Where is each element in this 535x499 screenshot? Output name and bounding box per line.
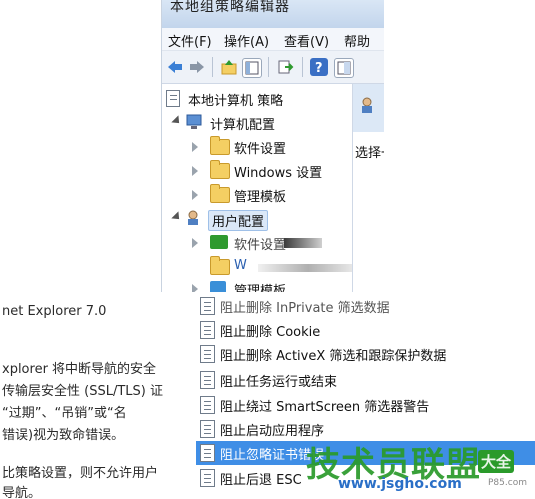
show-hide-tree-button[interactable]: [242, 58, 262, 78]
menu-action[interactable]: 操作(A): [224, 31, 269, 50]
watermark-url: www.jsgho.com: [338, 476, 462, 492]
explanation-line: 导航。: [2, 486, 42, 499]
obscured-region: [284, 238, 322, 248]
green-folder-icon: [210, 235, 228, 249]
policy-setting-icon: [200, 420, 215, 438]
back-button[interactable]: [166, 58, 184, 76]
obscured-region: [258, 264, 358, 272]
properties-button[interactable]: [334, 58, 354, 78]
menu-bar: 文件(F) 操作(A) 查看(V) 帮助: [162, 28, 384, 51]
menu-view[interactable]: 查看(V): [284, 31, 329, 50]
policy-setting-icon: [200, 444, 215, 462]
help-icon: ?: [315, 61, 323, 76]
tree-item-user-config[interactable]: 用户配置: [171, 208, 342, 231]
list-item-label: 阻止绕过 SmartScreen 筛选器警告: [220, 400, 430, 415]
list-item[interactable]: 阻止删除 InPrivate 筛选数据: [196, 296, 535, 318]
expand-arrow-icon[interactable]: [171, 115, 183, 127]
list-item-label: 阻止任务运行或结束: [220, 375, 338, 390]
toolbar-separator: [268, 57, 269, 77]
folder-icon: [210, 256, 230, 275]
explanation-line: “过期”、“吊销”或“名: [2, 406, 127, 421]
screenshot-composite: 本地组策略编辑器 文件(F) 操作(A) 查看(V) 帮助 ? 本地计算机 策略…: [0, 0, 535, 499]
collapsed-arrow-icon[interactable]: [192, 166, 198, 176]
details-hint-text: 选择一: [355, 146, 384, 161]
policy-setting-icon: [200, 321, 215, 339]
explanation-line: 错误)视为致命错误。: [2, 428, 125, 443]
collapsed-arrow-icon[interactable]: [192, 142, 198, 152]
tree-item-computer-config[interactable]: 计算机配置: [171, 112, 342, 134]
folder-icon: [210, 160, 230, 179]
policy-setting-icon: [200, 371, 215, 389]
toolbar-separator: [212, 57, 213, 77]
tree-label-selected: 用户配置: [208, 210, 269, 231]
tree-item-user-windows-settings[interactable]: W: [192, 256, 358, 278]
blue-folder-icon: [210, 281, 226, 292]
toolbar: ?: [162, 51, 384, 84]
export-icon: [278, 60, 294, 74]
list-item-label: 阻止删除 Cookie: [220, 325, 321, 340]
policy-setting-icon: [200, 469, 215, 487]
console-tree: 本地计算机 策略 计算机配置 软件设置 Windows 设置 管理模板 用户配置…: [162, 84, 358, 292]
list-item-label: 阻止删除 InPrivate 筛选数据: [220, 301, 390, 316]
folder-up-icon: [221, 60, 237, 75]
tree-item-windows-settings[interactable]: Windows 设置: [192, 160, 352, 182]
tree-item-user-admin-templates[interactable]: 管理模板: [192, 278, 352, 292]
title-bar: 本地组策略编辑器: [162, 0, 384, 28]
tree-root[interactable]: 本地计算机 策略: [166, 88, 346, 110]
tree-root-label: 本地计算机 策略: [188, 94, 284, 109]
svg-text:?: ?: [315, 61, 323, 76]
folder-icon: [210, 184, 230, 203]
group-policy-editor-window: 本地组策略编辑器 文件(F) 操作(A) 查看(V) 帮助 ? 本地计算机 策略…: [161, 0, 384, 292]
folder-icon: [210, 136, 230, 155]
policy-setting-icon: [200, 396, 215, 414]
policy-setting-icon: [200, 345, 215, 363]
tree-label: 计算机配置: [210, 118, 276, 133]
policy-explanation-text: net Explorer 7.0 xplorer 将中断导航的安全 传输层安全性…: [0, 296, 195, 499]
policy-setting-icon: [200, 297, 215, 315]
tree-label: 软件设置: [234, 142, 287, 157]
forward-button[interactable]: [188, 58, 206, 76]
forward-arrow-icon: [190, 61, 204, 73]
computer-icon: [186, 114, 204, 130]
list-item[interactable]: 阻止删除 ActiveX 筛选和跟踪保护数据: [196, 342, 535, 366]
tree-label: Windows 设置: [234, 166, 323, 181]
expand-arrow-icon[interactable]: [171, 211, 183, 223]
list-item-label: 阻止删除 ActiveX 筛选和跟踪保护数据: [220, 349, 447, 364]
details-header: [353, 84, 384, 132]
user-config-icon: [186, 210, 204, 226]
user-config-icon: [362, 97, 372, 113]
console-tree-icon: [245, 61, 259, 75]
collapsed-arrow-icon[interactable]: [192, 238, 198, 248]
toolbar-separator: [302, 57, 303, 77]
explanation-line: xplorer 将中断导航的安全: [2, 362, 157, 377]
window-title: 本地组策略编辑器: [170, 0, 290, 15]
explanation-line: net Explorer 7.0: [2, 304, 107, 319]
tree-label: 管理模板: [234, 284, 287, 292]
tree-item-software-settings[interactable]: 软件设置: [192, 136, 352, 158]
watermark-badge: 大全: [478, 450, 515, 473]
menu-help[interactable]: 帮助: [344, 31, 370, 50]
list-item[interactable]: 阻止任务运行或结束: [196, 368, 535, 392]
tree-label: 软件设置: [234, 238, 287, 253]
tree-item-admin-templates[interactable]: 管理模板: [192, 184, 352, 206]
export-list-button[interactable]: [276, 58, 294, 76]
list-item[interactable]: 阻止绕过 SmartScreen 筛选器警告: [196, 393, 535, 417]
collapsed-arrow-icon[interactable]: [192, 190, 198, 200]
properties-icon: [337, 61, 351, 75]
explanation-line: 比策略设置，则不允许用户: [2, 466, 159, 481]
help-button[interactable]: ?: [310, 58, 328, 76]
policy-root-icon: [166, 90, 180, 107]
list-item[interactable]: 阻止删除 Cookie: [196, 318, 535, 342]
menu-file[interactable]: 文件(F): [168, 31, 212, 50]
back-arrow-icon: [168, 61, 182, 73]
tree-label: W: [234, 258, 247, 273]
details-pane: 选择一: [352, 84, 384, 292]
list-item-label: 阻止后退 ESC: [220, 473, 302, 488]
tree-label: 管理模板: [234, 190, 287, 205]
watermark-tail: P85.com: [488, 478, 527, 488]
collapsed-arrow-icon[interactable]: [192, 284, 198, 292]
explanation-line: 传输层安全性 (SSL/TLS) 证: [2, 384, 163, 399]
up-folder-button[interactable]: [220, 58, 238, 76]
tree-item-user-software-settings[interactable]: 软件设置: [192, 232, 352, 254]
